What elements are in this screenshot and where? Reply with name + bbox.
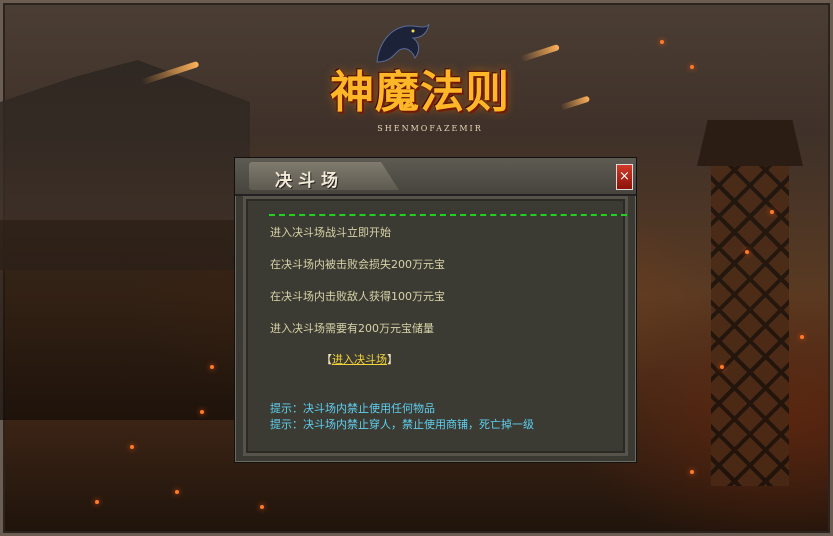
ember-particle — [770, 210, 774, 214]
dialog-title: 决斗场 — [275, 171, 344, 191]
info-line-requirement: 进入决斗场需要有200万元宝储量 — [270, 322, 434, 335]
ember-particle — [720, 365, 724, 369]
ember-particle — [660, 40, 664, 44]
info-line-loss: 在决斗场内被击败会损失200万元宝 — [270, 258, 445, 271]
fireball-streak — [559, 95, 591, 111]
tip-line-items: 提示：决斗场内禁止使用任何物品 — [270, 402, 435, 415]
ember-particle — [800, 335, 804, 339]
logo-subtitle: SHENMOFAZEMIR — [377, 124, 483, 133]
enter-arena-link-wrapper: 【进入决斗场】 — [321, 351, 398, 367]
info-line-reward: 在决斗场内击败敌人获得100万元宝 — [270, 290, 445, 303]
enter-arena-link[interactable]: 进入决斗场 — [332, 353, 387, 366]
ember-particle — [95, 500, 99, 504]
dialog-titlebar: 决斗场 × — [235, 158, 636, 196]
ember-particle — [745, 250, 749, 254]
arena-dialog: 决斗场 × 进入决斗场战斗立即开始 在决斗场内被击败会损失200万元宝 在决斗场… — [234, 157, 637, 463]
logo-title: 神魔法则 — [330, 67, 510, 118]
watchtower-background — [697, 120, 803, 486]
ember-particle — [210, 365, 214, 369]
tip-line-rules: 提示：决斗场内禁止穿人，禁止使用商铺，死亡掉一级 — [270, 418, 534, 431]
bracket-open: 【 — [321, 353, 332, 366]
game-logo: 神魔法则 SHENMOFAZEMIR — [305, 18, 535, 133]
info-line-enter: 进入决斗场战斗立即开始 — [270, 226, 391, 239]
ember-particle — [175, 490, 179, 494]
ember-particle — [200, 410, 204, 414]
ember-particle — [260, 505, 264, 509]
bracket-close: 】 — [387, 353, 398, 366]
ember-particle — [130, 445, 134, 449]
ember-particle — [690, 65, 694, 69]
close-button[interactable]: × — [616, 164, 633, 190]
ember-particle — [690, 470, 694, 474]
game-scene: 神魔法则 SHENMOFAZEMIR 决斗场 × 进入决斗场战斗立即开始 在决斗… — [0, 0, 833, 536]
green-dashed-separator — [269, 214, 627, 216]
dialog-title-tab: 决斗场 — [249, 162, 399, 190]
